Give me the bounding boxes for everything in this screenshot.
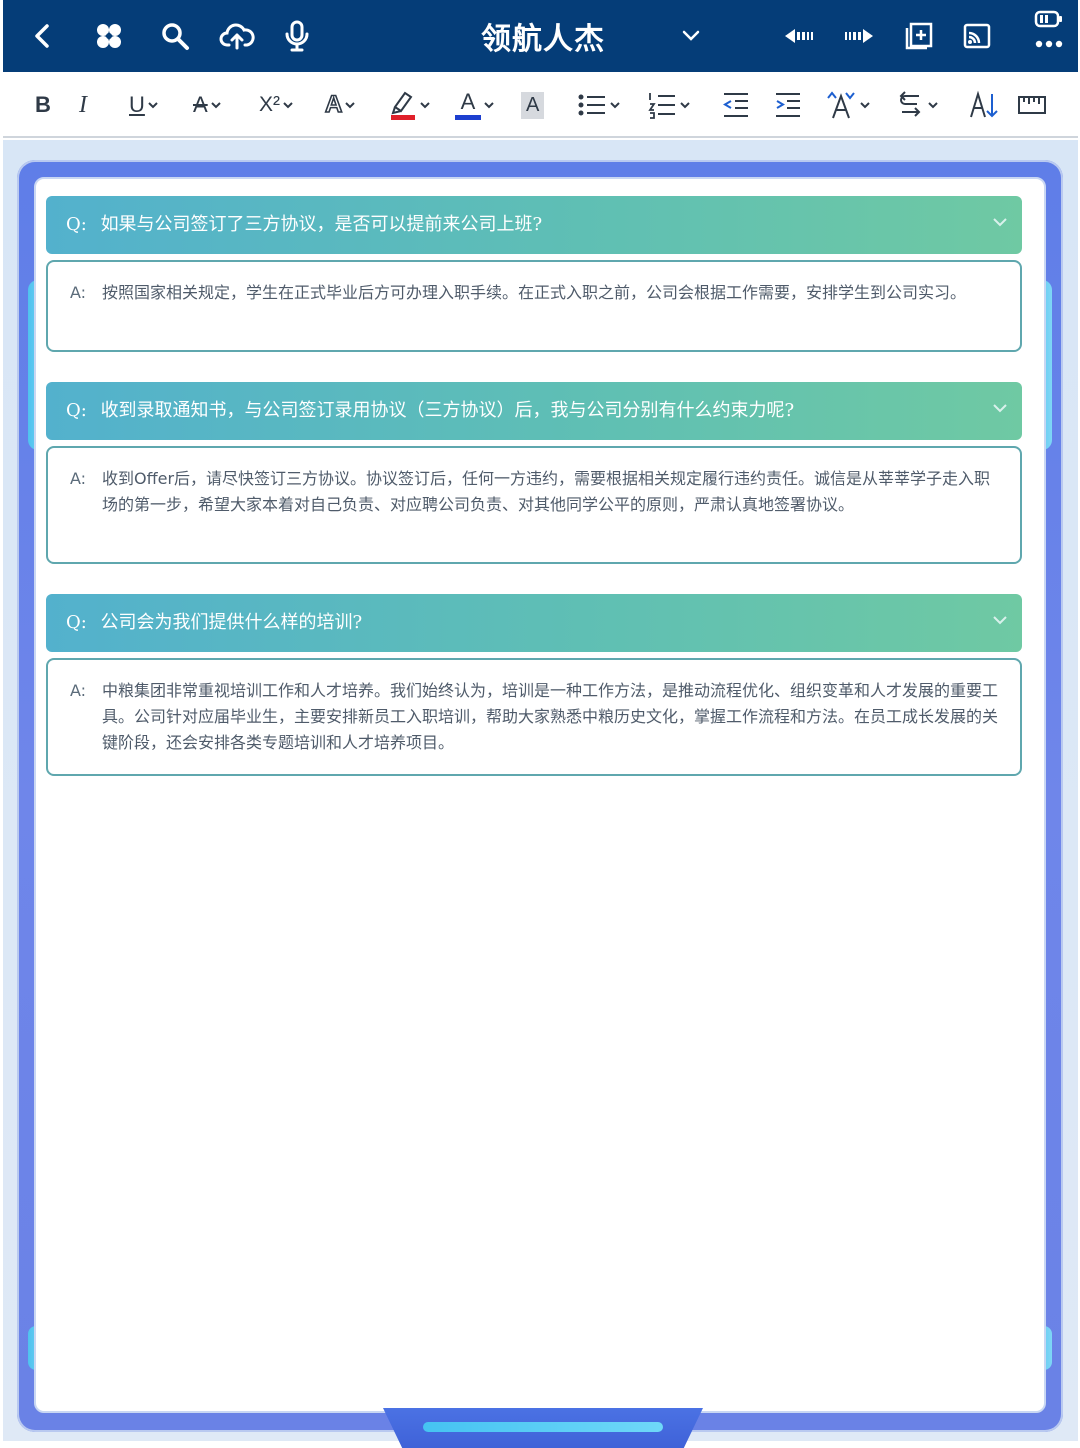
underline-label: U bbox=[129, 92, 145, 117]
question-text: 如果与公司签订了三方协议，是否可以提前来公司上班? bbox=[100, 214, 543, 235]
chevron-down-icon bbox=[484, 102, 494, 109]
char-shading-label: A bbox=[521, 91, 545, 119]
ruler-icon bbox=[1018, 96, 1046, 114]
faq-answer-box: A: 中粮集团非常重视培训工作和人才培养。我们始终认为，培训是一种工作方法，是推… bbox=[46, 658, 1022, 776]
chevron-down-icon[interactable] bbox=[992, 216, 1008, 228]
chevron-down-icon bbox=[345, 102, 356, 109]
superscript-button[interactable]: X² bbox=[259, 86, 293, 124]
format-toolbar: B I U A X² A A A bbox=[3, 72, 1078, 138]
faq-item: Q: 收到录取通知书，与公司签订录用协议（三方协议）后，我与公司分别有什么约束力… bbox=[46, 382, 1022, 564]
faq-question-bar[interactable]: Q: 如果与公司签订了三方协议，是否可以提前来公司上班? bbox=[46, 196, 1022, 254]
numbered-list-icon bbox=[648, 93, 675, 119]
faq-item: Q: 公司会为我们提供什么样的培训? A: 中粮集团非常重视培训工作和人才培养。… bbox=[46, 594, 1022, 776]
numbered-list-button[interactable] bbox=[647, 86, 690, 124]
chevron-down-icon[interactable] bbox=[992, 402, 1008, 414]
ruler-button[interactable] bbox=[1017, 86, 1047, 124]
sort-button[interactable] bbox=[967, 86, 999, 124]
frame-bottom-tab bbox=[383, 1408, 703, 1448]
direction-button[interactable] bbox=[897, 86, 938, 124]
faq-question-bar[interactable]: Q: 公司会为我们提供什么样的培训? bbox=[46, 594, 1022, 652]
chevron-down-icon bbox=[928, 102, 938, 109]
battery-icon bbox=[1029, 6, 1069, 32]
faq-list: Q: 如果与公司签订了三方协议，是否可以提前来公司上班? A: 按照国家相关规定… bbox=[46, 196, 1022, 806]
italic-label: I bbox=[79, 91, 87, 118]
cloud-upload-icon[interactable] bbox=[217, 16, 257, 56]
apps-icon[interactable] bbox=[89, 16, 129, 56]
cast-icon[interactable] bbox=[957, 16, 997, 56]
chevron-down-icon bbox=[148, 102, 158, 109]
chevron-down-icon bbox=[860, 102, 870, 109]
chevron-down-icon bbox=[420, 102, 430, 109]
answer-text: 按照国家相关规定，学生在正式毕业后方可办理入职手续。在正式入职之前，公司会根据工… bbox=[102, 283, 967, 302]
faq-answer-box: A: 按照国家相关规定，学生在正式毕业后方可办理入职手续。在正式入职之前，公司会… bbox=[46, 260, 1022, 352]
bold-button[interactable]: B bbox=[35, 86, 51, 124]
chevron-down-icon[interactable] bbox=[671, 16, 711, 56]
bold-label: B bbox=[35, 92, 51, 117]
faq-question-bar[interactable]: Q: 收到录取通知书，与公司签订录用协议（三方协议）后，我与公司分别有什么约束力… bbox=[46, 382, 1022, 440]
app-title: 领航人杰 bbox=[481, 22, 605, 57]
strikethrough-button[interactable]: A bbox=[193, 86, 221, 124]
more-icon[interactable] bbox=[1029, 32, 1069, 56]
italic-button[interactable]: I bbox=[79, 86, 87, 124]
answer-prefix: A: bbox=[70, 681, 87, 700]
app-bar: 领航人杰 bbox=[3, 0, 1078, 72]
char-shading-button[interactable]: A bbox=[521, 86, 545, 124]
question-prefix: Q: bbox=[66, 612, 87, 633]
direction-icon bbox=[899, 91, 921, 117]
back-icon[interactable] bbox=[23, 16, 63, 56]
superscript-label: X² bbox=[259, 93, 280, 116]
font-color-swatch bbox=[455, 114, 481, 120]
font-color-button[interactable]: A bbox=[455, 86, 494, 124]
font-color-label: A bbox=[460, 88, 476, 114]
outdent-button[interactable] bbox=[721, 86, 751, 124]
faq-item: Q: 如果与公司签订了三方协议，是否可以提前来公司上班? A: 按照国家相关规定… bbox=[46, 196, 1022, 352]
indent-button[interactable] bbox=[773, 86, 803, 124]
sort-icon bbox=[970, 90, 998, 118]
chevron-down-icon bbox=[210, 102, 221, 109]
answer-prefix: A: bbox=[70, 469, 87, 488]
search-icon[interactable] bbox=[155, 16, 195, 56]
font-size-button[interactable] bbox=[825, 86, 870, 124]
highlight-button[interactable] bbox=[389, 86, 430, 124]
question-prefix: Q: bbox=[66, 400, 87, 421]
add-page-icon[interactable] bbox=[899, 16, 939, 56]
question-prefix: Q: bbox=[66, 214, 87, 235]
rewind-icon[interactable] bbox=[779, 16, 819, 56]
frame-bottom-bar bbox=[423, 1422, 663, 1432]
underline-button[interactable]: U bbox=[129, 86, 158, 124]
bullet-list-icon bbox=[578, 94, 605, 116]
question-text: 收到录取通知书，与公司签订录用协议（三方协议）后，我与公司分别有什么约束力呢? bbox=[100, 400, 795, 421]
text-effect-label: A bbox=[324, 90, 343, 119]
answer-text: 中粮集团非常重视培训工作和人才培养。我们始终认为，培训是一种工作方法，是推动流程… bbox=[102, 681, 999, 752]
strikethrough-label: A bbox=[193, 92, 208, 117]
chevron-down-icon[interactable] bbox=[992, 614, 1008, 626]
font-size-icon bbox=[827, 91, 855, 119]
answer-prefix: A: bbox=[70, 283, 87, 302]
question-text: 公司会为我们提供什么样的培训? bbox=[100, 612, 363, 633]
chevron-down-icon bbox=[680, 102, 690, 109]
answer-text: 收到Offer后，请尽快签订三方协议。协议签订后，任何一方违约，需要根据相关规定… bbox=[102, 469, 991, 514]
microphone-icon[interactable] bbox=[277, 16, 317, 56]
chevron-down-icon bbox=[610, 102, 620, 109]
text-effect-button[interactable]: A bbox=[324, 86, 356, 124]
faq-answer-box: A: 收到Offer后，请尽快签订三方协议。协议签订后，任何一方违约，需要根据相… bbox=[46, 446, 1022, 564]
highlighter-icon bbox=[391, 91, 415, 120]
font-color-wrap: A bbox=[455, 88, 481, 120]
outdent-icon bbox=[723, 93, 748, 117]
indent-icon bbox=[776, 93, 800, 117]
bullet-list-button[interactable] bbox=[577, 86, 620, 124]
chevron-down-icon bbox=[283, 102, 293, 109]
forward-icon[interactable] bbox=[839, 16, 879, 56]
